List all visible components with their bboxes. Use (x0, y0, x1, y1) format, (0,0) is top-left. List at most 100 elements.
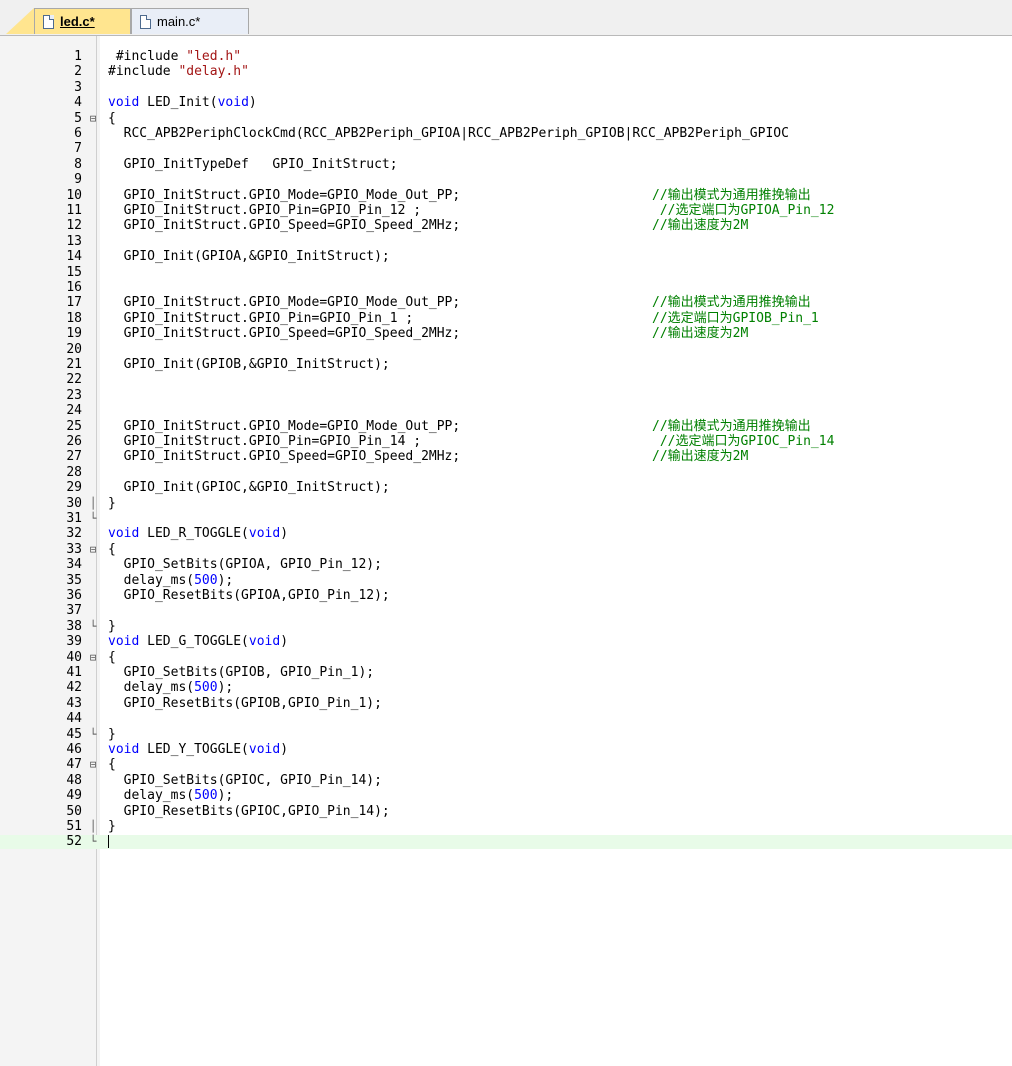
code-line[interactable]: 36 GPIO_ResetBits(GPIOA,GPIO_Pin_12); (0, 589, 1012, 603)
code-line[interactable]: 10 GPIO_InitStruct.GPIO_Mode=GPIO_Mode_O… (0, 187, 1012, 203)
collapse-icon[interactable]: ⊟ (88, 543, 98, 556)
code-line[interactable]: 21 GPIO_Init(GPIOB,&GPIO_InitStruct); (0, 358, 1012, 372)
code-line[interactable]: 17 GPIO_InitStruct.GPIO_Mode=GPIO_Mode_O… (0, 295, 1012, 311)
collapse-icon[interactable]: ⊟ (88, 112, 98, 125)
code-text: { (108, 111, 116, 125)
code-text: } (108, 820, 116, 833)
code-line[interactable]: 25 GPIO_InitStruct.GPIO_Mode=GPIO_Mode_O… (0, 419, 1012, 433)
collapse-icon[interactable]: ⊟ (88, 651, 98, 664)
code-line[interactable]: 12 GPIO_InitStruct.GPIO_Speed=GPIO_Speed… (0, 218, 1012, 234)
line-number: 49 (66, 788, 82, 804)
code-line[interactable]: 7 (0, 142, 1012, 156)
code-token: } (108, 618, 116, 634)
code-line[interactable]: 30 │} (0, 496, 1012, 510)
code-token: { (108, 541, 116, 557)
code-line[interactable]: 3 (0, 79, 1012, 95)
code-line[interactable]: 49 delay_ms(500); (0, 788, 1012, 804)
code-line[interactable]: 34 GPIO_SetBits(GPIOA, GPIO_Pin_12); (0, 557, 1012, 573)
code-line[interactable]: 40 ⊟ { (0, 650, 1012, 664)
line-number: 12 (66, 218, 82, 234)
code-line[interactable]: 6 RCC_APB2PeriphClockCmd(RCC_APB2Periph_… (0, 127, 1012, 141)
code-line[interactable]: 52 └ (0, 835, 1012, 849)
code-line[interactable]: 22 (0, 373, 1012, 387)
code-line[interactable]: 16 (0, 281, 1012, 295)
code-line[interactable]: 51 │} (0, 820, 1012, 834)
code-token: GPIO_SetBits(GPIOC, GPIO_Pin_14); (108, 772, 382, 788)
line-number: 10 (66, 187, 82, 203)
file-icon (140, 14, 151, 29)
code-line[interactable]: 38 └} (0, 618, 1012, 634)
code-text: GPIO_InitStruct.GPIO_Speed=GPIO_Speed_2M… (108, 327, 461, 340)
code-line[interactable]: 8 GPIO_InitTypeDef GPIO_InitStruct; (0, 156, 1012, 172)
line-number: 2 (74, 64, 82, 80)
code-line[interactable]: 15 (0, 265, 1012, 279)
code-line[interactable]: 31 └ (0, 512, 1012, 526)
code-line[interactable]: 9 (0, 172, 1012, 188)
code-line[interactable]: 24 (0, 404, 1012, 418)
code-token: delay_ms( (108, 680, 195, 696)
code-line[interactable]: 29 GPIO_Init(GPIOC,&GPIO_InitStruct); (0, 481, 1012, 495)
code-line[interactable]: 32 void LED_R_TOGGLE(void) (0, 527, 1012, 541)
code-text: GPIO_InitStruct.GPIO_Speed=GPIO_Speed_2M… (108, 450, 461, 463)
code-line[interactable]: 45 └} (0, 727, 1012, 741)
code-line[interactable]: 46 void LED_Y_TOGGLE(void) (0, 742, 1012, 757)
code-token: GPIO_SetBits(GPIOA, GPIO_Pin_12); (108, 557, 382, 573)
code-line[interactable]: 13 (0, 234, 1012, 248)
code-text: } (108, 727, 116, 741)
active-tab-slant (6, 8, 34, 34)
code-line[interactable]: 23 (0, 388, 1012, 402)
code-line[interactable]: 5 ⊟ { (0, 111, 1012, 125)
code-line[interactable]: 28 (0, 465, 1012, 479)
line-number: 14 (66, 249, 82, 265)
code-editor-window: led.c* main.c* 1 #include "led.h" 2 #inclu… (0, 0, 1012, 1066)
code-text: GPIO_InitStruct.GPIO_Pin=GPIO_Pin_12 ; (108, 204, 421, 217)
code-line[interactable]: 19 GPIO_InitStruct.GPIO_Speed=GPIO_Speed… (0, 327, 1012, 341)
code-line[interactable]: 20 (0, 342, 1012, 356)
code-line[interactable]: 47 ⊟ { (0, 758, 1012, 772)
code-token: LED_Init( (139, 95, 218, 111)
code-line[interactable]: 26 GPIO_InitStruct.GPIO_Pin=GPIO_Pin_14 … (0, 435, 1012, 449)
line-number: 8 (74, 156, 82, 172)
fold-guide-icon: └ (89, 512, 97, 525)
code-line[interactable]: 18 GPIO_InitStruct.GPIO_Pin=GPIO_Pin_1 ;… (0, 310, 1012, 326)
line-number: 3 (74, 79, 82, 95)
code-line[interactable]: 1 #include "led.h" (0, 49, 1012, 64)
code-editor[interactable]: 1 #include "led.h" 2 #include "delay.h" 3 4 v… (0, 36, 1012, 1066)
code-token: delay_ms( (108, 572, 195, 588)
code-line[interactable]: 44 (0, 712, 1012, 726)
code-text: GPIO_ResetBits(GPIOB,GPIO_Pin_1); (108, 697, 382, 710)
code-line[interactable]: 33 ⊟ { (0, 542, 1012, 556)
code-comment: //选定端口为GPIOB_Pin_1 (652, 310, 819, 326)
number-token: 500 (194, 788, 218, 804)
code-line[interactable]: 39 void LED_G_TOGGLE(void) (0, 635, 1012, 649)
code-token: ) (280, 742, 289, 757)
line-number: 27 (66, 449, 82, 465)
tab-main-c[interactable]: main.c* (131, 8, 249, 34)
code-line[interactable]: 48 GPIO_SetBits(GPIOC, GPIO_Pin_14); (0, 772, 1012, 788)
line-number: 34 (66, 557, 82, 573)
tab-led-c[interactable]: led.c* (34, 8, 131, 34)
code-line[interactable]: 50 GPIO_ResetBits(GPIOC,GPIO_Pin_14); (0, 803, 1012, 819)
code-line[interactable]: 37 (0, 604, 1012, 618)
code-text: GPIO_Init(GPIOC,&GPIO_InitStruct); (108, 481, 390, 494)
code-line[interactable]: 4 void LED_Init(void) (0, 95, 1012, 111)
string-token: "delay.h" (178, 64, 249, 80)
code-line[interactable]: 35 delay_ms(500); (0, 572, 1012, 588)
code-line[interactable]: 2 #include "delay.h" (0, 64, 1012, 80)
code-line[interactable]: 41 GPIO_SetBits(GPIOB, GPIO_Pin_1); (0, 666, 1012, 680)
code-line[interactable]: 14 GPIO_Init(GPIOA,&GPIO_InitStruct); (0, 249, 1012, 265)
keyword-token: void (108, 742, 140, 757)
code-line[interactable]: 42 delay_ms(500); (0, 680, 1012, 696)
code-line[interactable]: 11 GPIO_InitStruct.GPIO_Pin=GPIO_Pin_12 … (0, 204, 1012, 218)
code-text: GPIO_ResetBits(GPIOA,GPIO_Pin_12); (108, 589, 390, 602)
line-number: 1 (74, 49, 82, 64)
line-number: 9 (74, 172, 82, 188)
keyword-token: void (217, 95, 249, 111)
code-text: GPIO_SetBits(GPIOB, GPIO_Pin_1); (108, 666, 374, 679)
code-token: GPIO_InitStruct.GPIO_Mode=GPIO_Mode_Out_… (108, 295, 461, 311)
code-text: { (108, 543, 116, 556)
code-token: GPIO_ResetBits(GPIOC,GPIO_Pin_14); (108, 803, 390, 819)
collapse-icon[interactable]: ⊟ (88, 758, 98, 771)
code-line[interactable]: 43 GPIO_ResetBits(GPIOB,GPIO_Pin_1); (0, 696, 1012, 710)
code-line[interactable]: 27 GPIO_InitStruct.GPIO_Speed=GPIO_Speed… (0, 449, 1012, 465)
